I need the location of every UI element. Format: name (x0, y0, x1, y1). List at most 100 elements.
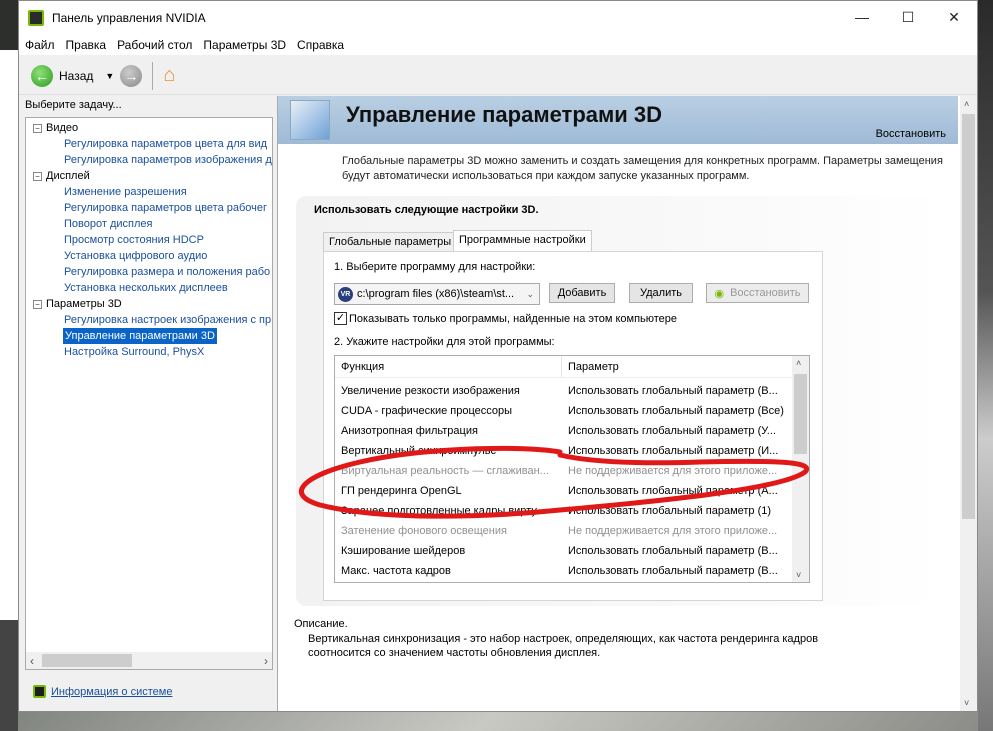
tree-horizontal-scrollbar[interactable]: ‹ › (26, 652, 272, 669)
table-row[interactable]: ГП рендеринга OpenGL Использовать глобаль… (335, 481, 793, 501)
parameter-cell[interactable]: Не поддерживается для этого приложе... (562, 525, 793, 537)
table-row[interactable]: Виртуальная реальность — сглаживан... Не … (335, 461, 793, 481)
program-select-value: c:\program files (x86)\steam\st... (357, 288, 515, 300)
tree-item[interactable]: Поворот дисплея (64, 216, 152, 232)
parameter-cell[interactable]: Использовать глобальный параметр (У... (562, 425, 793, 437)
collapse-icon[interactable]: − (33, 171, 42, 181)
tree-node-display[interactable]: − Дисплей (33, 168, 90, 184)
parameter-cell[interactable]: Использовать глобальный параметр (Все) (562, 405, 793, 417)
collapse-icon[interactable]: − (33, 299, 42, 309)
tree-item[interactable]: Изменение разрешения (64, 184, 187, 200)
tree-item[interactable]: Просмотр состояния HDCP (64, 232, 204, 248)
toolbar-separator (152, 61, 154, 90)
function-cell: CUDA - графические процессоры (341, 405, 513, 417)
tree-item[interactable]: Регулировка параметров изображения д (64, 152, 272, 168)
close-button[interactable]: ✕ (931, 1, 977, 33)
back-history-dropdown-icon[interactable]: ▼ (105, 71, 114, 81)
column-parameter[interactable]: Параметр (562, 356, 625, 377)
checkbox-checked-icon[interactable]: ✓ (334, 312, 347, 325)
tree-item[interactable]: Установка цифрового аудио (64, 248, 207, 264)
collapse-icon[interactable]: − (33, 123, 42, 133)
toolbar: ← Назад ▼ → ⌂ (19, 57, 977, 95)
menu-desktop[interactable]: Рабочий стол (117, 38, 192, 52)
tree-item[interactable]: Установка нескольких дисплеев (64, 280, 228, 296)
tree-item[interactable]: Регулировка параметров цвета рабочег (64, 200, 267, 216)
remove-button[interactable]: Удалить (629, 283, 693, 303)
parameter-cell[interactable]: Использовать глобальный параметр (А... (562, 485, 793, 497)
main-vertical-scrollbar[interactable]: ˄ ˅ (960, 96, 977, 711)
table-row[interactable]: CUDA - графические процессоры Использоват… (335, 401, 793, 421)
restore-defaults-link[interactable]: Восстановить (876, 128, 946, 140)
task-panel: Выберите задачу... − Видео Регулировка па… (21, 96, 277, 711)
program-select[interactable]: VR c:\program files (x86)\steam\st... ⌄ (334, 283, 540, 305)
back-button[interactable]: Назад (59, 69, 93, 83)
scrollbar-thumb[interactable] (794, 374, 807, 454)
table-row[interactable]: Заранее подготовленные кадры вирту... Исп… (335, 501, 793, 521)
scrollbar-thumb[interactable] (962, 114, 975, 519)
parameter-cell[interactable]: Использовать глобальный параметр (1) (562, 505, 793, 517)
main-panel: Управление параметрами 3D Восстановить Г… (277, 96, 977, 711)
menu-help[interactable]: Справка (297, 38, 344, 52)
table-vertical-scrollbar[interactable]: ˄ ˅ (792, 356, 809, 582)
table-row[interactable]: Макс. частота кадров Использовать глобаль… (335, 561, 793, 581)
scroll-down-icon[interactable]: ˅ (964, 698, 969, 708)
parameter-cell[interactable]: Не поддерживается для этого приложе... (562, 465, 793, 477)
home-icon[interactable]: ⌂ (163, 64, 175, 87)
tree-item[interactable]: Регулировка настроек изображения с пр (64, 312, 271, 328)
chevron-down-icon[interactable]: ⌄ (526, 289, 534, 300)
scroll-up-icon[interactable]: ˄ (964, 99, 969, 109)
table-row[interactable]: Кэширование шейдеров Использовать глобаль… (335, 541, 793, 561)
show-only-found-checkbox[interactable]: ✓ Показывать только программы, найденные … (334, 312, 677, 325)
tree-node-3d-settings[interactable]: − Параметры 3D (33, 296, 122, 312)
parameter-cell[interactable]: Использовать глобальный параметр (В... (562, 385, 793, 397)
menu-edit[interactable]: Правка (66, 38, 107, 52)
restore-program-button[interactable]: ◉ Восстановить (706, 283, 809, 303)
menu-file[interactable]: Файл (25, 38, 55, 52)
function-cell: Анизотропная фильтрация (341, 425, 478, 437)
scroll-up-icon[interactable]: ˄ (796, 358, 801, 368)
maximize-button[interactable]: ☐ (885, 1, 931, 33)
menu-bar: Файл Правка Рабочий стол Параметры 3D Сп… (19, 35, 977, 55)
tree-item[interactable]: Регулировка параметров цвета для вид (64, 136, 267, 152)
column-function[interactable]: Функция (335, 356, 562, 377)
tab-program-settings[interactable]: Программные настройки (453, 230, 592, 253)
tree-item[interactable]: Регулировка размера и положения рабо (64, 264, 270, 280)
table-row[interactable]: Анизотропная фильтрация Использовать глоб… (335, 421, 793, 441)
table-row[interactable]: Затенение фонового освещения Не поддержив… (335, 521, 793, 541)
tree-item[interactable]: Настройка Surround, PhysX (64, 344, 204, 360)
function-cell: Увеличение резкости изображения (341, 385, 520, 397)
function-cell: Макс. частота кадров (341, 565, 451, 577)
table-row[interactable]: Увеличение резкости изображения Использов… (335, 381, 793, 401)
window-title: Панель управления NVIDIA (52, 11, 206, 25)
system-info-icon (33, 685, 46, 698)
desktop-background-left (0, 0, 18, 731)
tab-global-settings[interactable]: Глобальные параметры (323, 232, 458, 252)
parameter-cell[interactable]: Использовать глобальный параметр (В... (562, 565, 793, 577)
back-arrow-icon[interactable]: ← (31, 64, 53, 87)
scroll-left-icon[interactable]: ‹ (30, 654, 34, 668)
function-cell: Заранее подготовленные кадры вирту... (341, 505, 545, 517)
system-info-link[interactable]: Информация о системе (51, 686, 172, 698)
function-cell: Кэширование шейдеров (341, 545, 466, 557)
page-description: Глобальные параметры 3D можно заменить и… (342, 155, 943, 182)
scrollbar-thumb[interactable] (42, 654, 132, 667)
menu-3d-settings[interactable]: Параметры 3D (203, 38, 286, 52)
title-bar: Панель управления NVIDIA — ☐ ✕ (19, 1, 977, 35)
desktop-background-right (978, 0, 993, 731)
scroll-down-icon[interactable]: ˅ (796, 570, 801, 580)
function-cell: Вертикальный синхроимпульс (341, 445, 497, 457)
function-cell: Затенение фонового освещения (341, 525, 507, 537)
minimize-button[interactable]: — (839, 1, 885, 33)
function-cell: Виртуальная реальность — сглаживан... (341, 465, 549, 477)
step2-label: 2. Укажите настройки для этой программы: (334, 336, 555, 348)
add-button[interactable]: Добавить (549, 283, 615, 303)
steamvr-icon: VR (338, 286, 353, 302)
program-settings-panel: 1. Выберите программу для настройки: VR c… (323, 251, 823, 601)
table-row[interactable]: Вертикальный синхроимпульс Использовать г… (335, 441, 793, 461)
tree-node-video[interactable]: − Видео (33, 120, 78, 136)
forward-button[interactable]: → (120, 64, 143, 87)
parameter-cell[interactable]: Использовать глобальный параметр (И... (562, 445, 793, 457)
scroll-right-icon[interactable]: › (264, 654, 268, 668)
parameter-cell[interactable]: Использовать глобальный параметр (В... (562, 545, 793, 557)
tree-item-selected[interactable]: Управление параметрами 3D (63, 328, 217, 344)
